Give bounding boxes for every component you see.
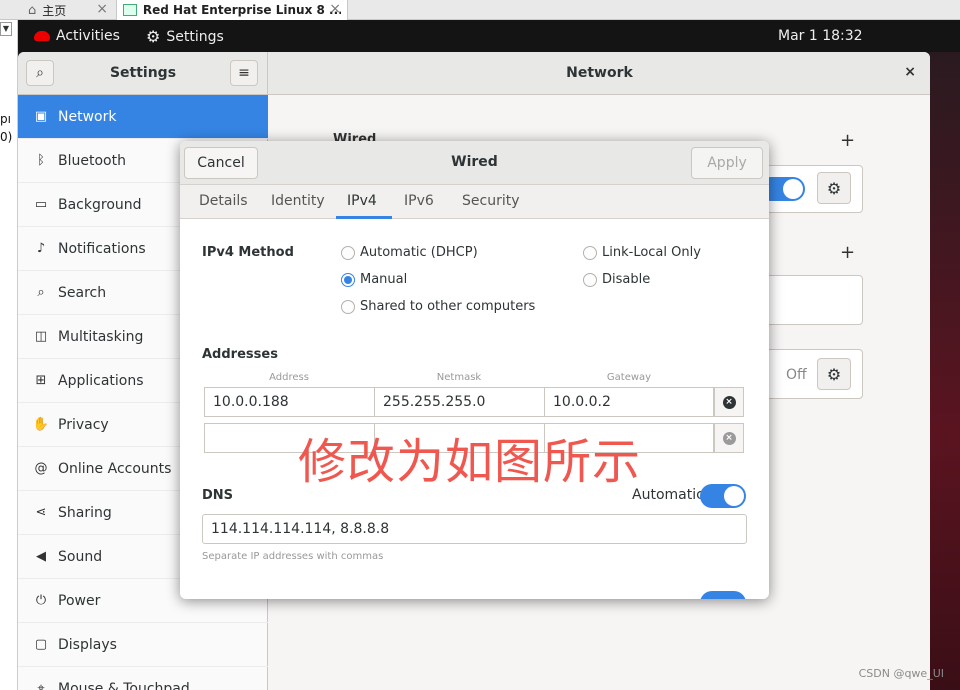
radio-icon bbox=[583, 245, 597, 260]
add-icon[interactable]: + bbox=[840, 242, 855, 263]
tab-ipv4[interactable]: IPv4 bbox=[347, 193, 377, 209]
header-bar: ⌕ Settings ≡ Network × bbox=[18, 52, 930, 95]
close-circle-icon: × bbox=[722, 431, 736, 445]
gear-icon: ⚙ bbox=[146, 27, 161, 46]
apply-button[interactable]: Apply bbox=[691, 147, 763, 179]
search-icon: ⌕ bbox=[37, 285, 45, 300]
method-link-local-radio[interactable]: Link-Local Only bbox=[583, 245, 701, 260]
bluetooth-icon: ᛒ bbox=[37, 153, 45, 168]
sidebar-item-displays[interactable]: ▢ Displays bbox=[18, 623, 268, 667]
clock[interactable]: Mar 1 18:32 bbox=[778, 28, 863, 44]
method-automatic-radio[interactable]: Automatic (DHCP) bbox=[341, 245, 478, 260]
gateway-input[interactable]: 10.0.0.2 bbox=[544, 387, 714, 417]
tab-security[interactable]: Security bbox=[462, 193, 520, 209]
close-circle-icon: × bbox=[722, 395, 736, 409]
multitasking-icon: ◫ bbox=[34, 329, 48, 344]
home-icon: ⌂ bbox=[28, 2, 37, 18]
ipv4-method-label: IPv4 Method bbox=[202, 245, 294, 260]
dns-hint: Separate IP addresses with commas bbox=[202, 551, 384, 562]
sidebar-item-network[interactable]: ▣ Network bbox=[18, 95, 268, 139]
speaker-icon: ◀ bbox=[36, 549, 46, 564]
proxy-status: Off bbox=[786, 367, 807, 383]
power-icon: ⏻ bbox=[35, 593, 47, 608]
online-accounts-icon: @ bbox=[34, 461, 48, 476]
dns-automatic-label: Automatic bbox=[632, 487, 704, 503]
radio-selected-icon bbox=[341, 272, 355, 287]
method-manual-radio[interactable]: Manual bbox=[341, 272, 407, 287]
network-icon: ▣ bbox=[34, 109, 48, 124]
desktop-background bbox=[930, 52, 960, 690]
wired-settings-button[interactable]: ⚙ bbox=[817, 172, 851, 204]
vm-icon bbox=[123, 4, 137, 16]
dialog-tabs: Details Identity IPv4 IPv6 Security bbox=[180, 185, 769, 219]
menu-button[interactable]: ≡ bbox=[230, 60, 258, 86]
tab-ipv6[interactable]: IPv6 bbox=[404, 193, 434, 209]
gear-icon: ⚙ bbox=[826, 178, 842, 198]
method-shared-radio[interactable]: Shared to other computers bbox=[341, 299, 535, 314]
proxy-settings-button[interactable]: ⚙ bbox=[817, 358, 851, 390]
sidebar-item-mouse-touchpad[interactable]: ⌖ Mouse & Touchpad bbox=[18, 667, 268, 690]
activities-button[interactable]: Activities bbox=[34, 28, 120, 44]
host-left-panel: ▼ pı 0) bbox=[0, 20, 18, 690]
redhat-logo-icon bbox=[34, 31, 50, 41]
background-icon: ▭ bbox=[34, 197, 48, 212]
column-header-netmask: Netmask bbox=[436, 372, 482, 383]
watermark: CSDN @qwe_UI bbox=[858, 667, 944, 680]
address-input[interactable]: 10.0.0.188 bbox=[204, 387, 375, 417]
annotation-text: 修改为如图所示 bbox=[298, 434, 642, 490]
tab-identity[interactable]: Identity bbox=[271, 193, 325, 209]
column-header-address: Address bbox=[269, 372, 309, 383]
radio-icon bbox=[583, 272, 597, 287]
close-icon[interactable]: × bbox=[329, 1, 341, 17]
hand-icon: ✋ bbox=[32, 417, 50, 432]
chevron-down-icon[interactable]: ▼ bbox=[0, 22, 12, 36]
active-tab-indicator bbox=[336, 216, 392, 219]
hamburger-icon: ≡ bbox=[238, 65, 250, 81]
delete-address-button[interactable]: × bbox=[714, 423, 744, 453]
applications-icon: ⊞ bbox=[35, 373, 47, 388]
addresses-label: Addresses bbox=[202, 347, 278, 362]
routes-automatic-toggle[interactable] bbox=[700, 591, 746, 599]
app-menu-button[interactable]: ⚙ Settings bbox=[146, 27, 224, 46]
dns-input[interactable]: 114.114.114.114, 8.8.8.8 bbox=[202, 514, 747, 544]
wired-dialog: Cancel Wired Apply Details Identity IPv4… bbox=[180, 141, 769, 599]
dns-automatic-toggle[interactable] bbox=[700, 484, 746, 508]
host-tab-vm[interactable]: Red Hat Enterprise Linux 8 ... × bbox=[116, 0, 348, 20]
column-header-gateway: Gateway bbox=[606, 372, 652, 383]
host-tab-strip: ⌂ 主页 × Red Hat Enterprise Linux 8 ... × bbox=[0, 0, 960, 20]
add-icon[interactable]: + bbox=[840, 130, 855, 151]
page-title: Network bbox=[566, 65, 633, 81]
dialog-title: Wired bbox=[451, 154, 498, 170]
tab-details[interactable]: Details bbox=[199, 193, 248, 209]
dns-label: DNS bbox=[202, 488, 234, 503]
netmask-input[interactable]: 255.255.255.0 bbox=[374, 387, 545, 417]
delete-address-button[interactable]: × bbox=[714, 387, 744, 417]
mouse-icon: ⌖ bbox=[37, 681, 45, 690]
share-icon: ⋖ bbox=[35, 505, 47, 520]
bell-icon: ♪ bbox=[36, 241, 46, 256]
host-tab-home[interactable]: ⌂ 主页 × bbox=[22, 0, 114, 20]
close-button[interactable]: × bbox=[904, 64, 916, 80]
display-icon: ▢ bbox=[34, 637, 48, 652]
radio-icon bbox=[341, 299, 355, 314]
dialog-header: Cancel Wired Apply bbox=[180, 141, 769, 185]
close-icon[interactable]: × bbox=[96, 1, 108, 17]
radio-icon bbox=[341, 245, 355, 260]
method-disable-radio[interactable]: Disable bbox=[583, 272, 650, 287]
top-bar: Activities ⚙ Settings Mar 1 18:32 bbox=[18, 20, 960, 52]
gear-icon: ⚙ bbox=[826, 364, 842, 384]
sidebar-header: ⌕ Settings ≡ bbox=[18, 52, 268, 95]
